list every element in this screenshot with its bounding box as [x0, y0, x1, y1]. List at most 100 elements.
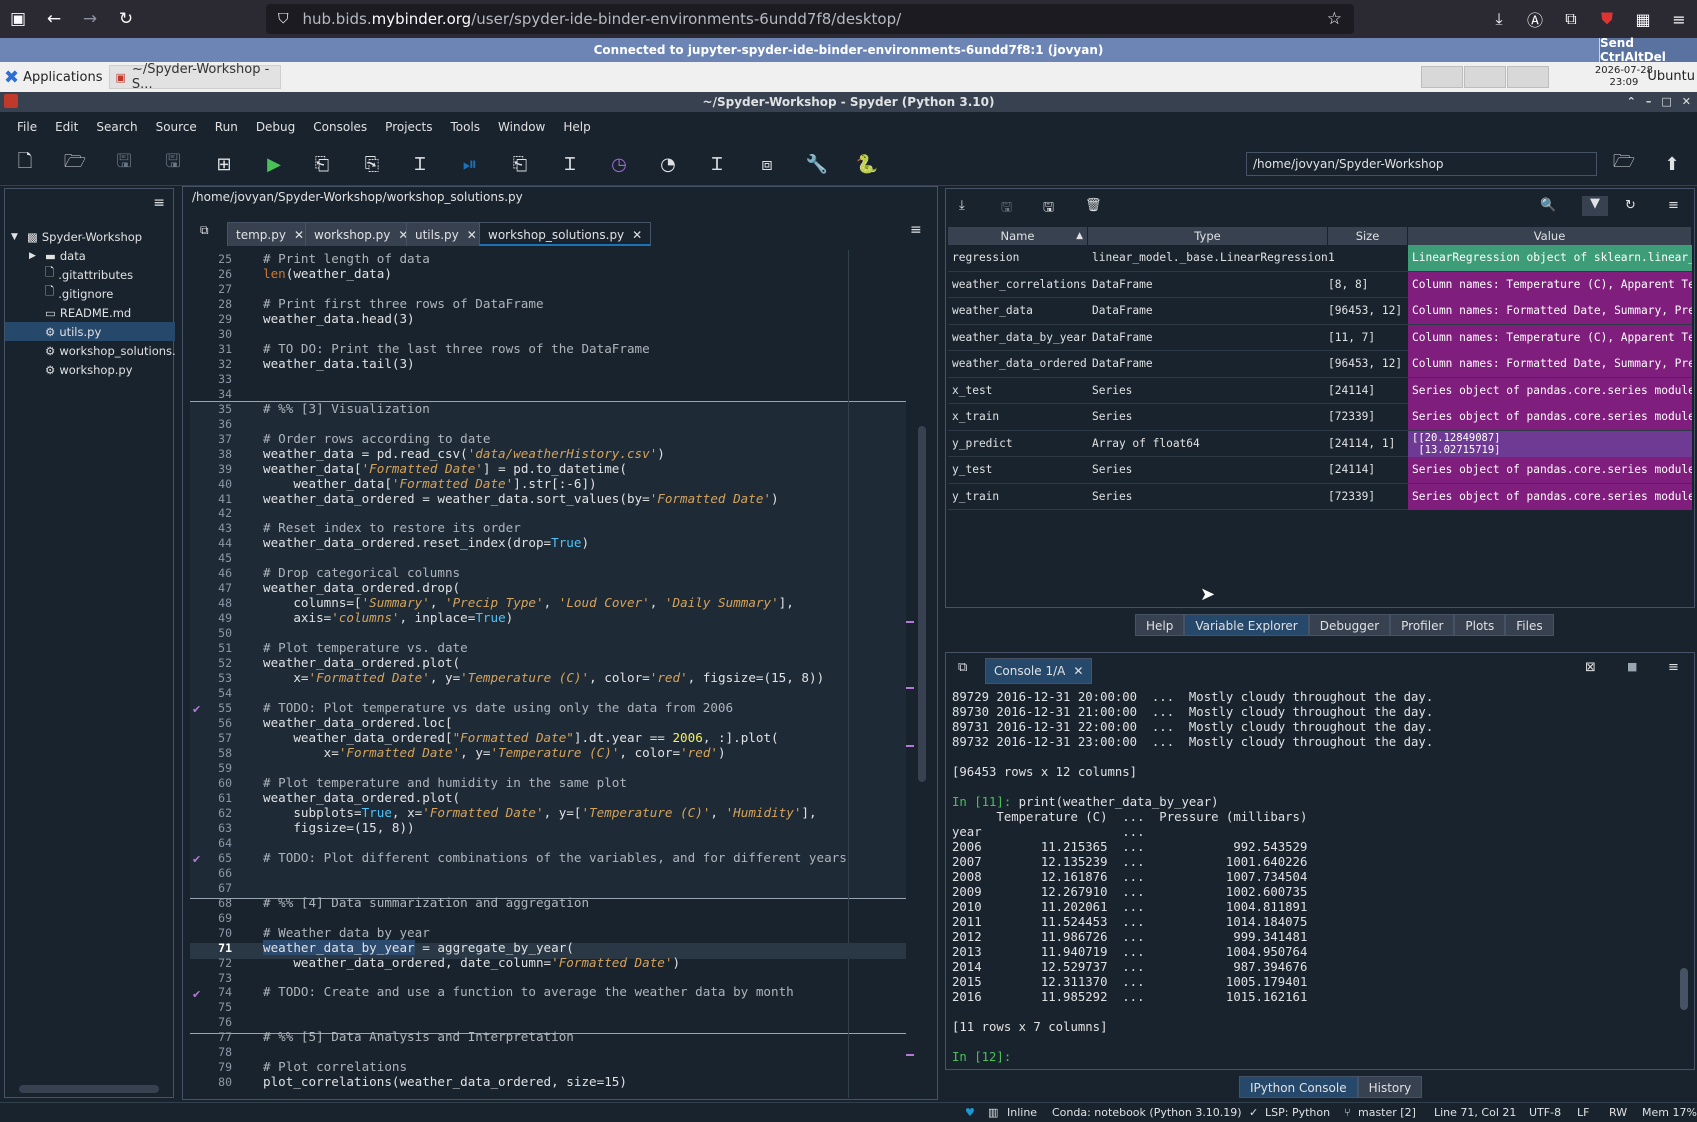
remove-all-icon[interactable]: 🗑: [1085, 198, 1102, 213]
close-icon[interactable]: ✕: [1073, 664, 1083, 678]
pane-options-icon[interactable]: ≡: [1668, 198, 1679, 213]
tree-item-gitattributes[interactable]: 🗋 .gitattributes: [5, 265, 175, 284]
filter-icon[interactable]: ▼: [1582, 196, 1608, 216]
tab-workshop[interactable]: workshop.py ✕: [305, 222, 418, 246]
parent-directory-icon[interactable]: ⬆: [1658, 150, 1686, 178]
profile-selection-icon[interactable]: Ɪ: [703, 150, 731, 178]
url-bar[interactable]: ⛉ hub.bids. mybinder.org/user/spyder-ide-…: [266, 4, 1354, 34]
status-git[interactable]: master [2]: [1358, 1106, 1416, 1119]
send-ctrl-alt-del-button[interactable]: Send CtrlAltDel: [1599, 36, 1697, 64]
pane-options-icon[interactable]: ≡: [153, 195, 165, 211]
table-row[interactable]: weather_data DataFrame [96453, 12] Column n…: [948, 298, 1692, 325]
profile-icon[interactable]: ◷: [605, 150, 633, 178]
status-inline[interactable]: Inline: [1007, 1106, 1037, 1119]
window-close-icon[interactable]: ✕: [1682, 92, 1691, 112]
tab-utils[interactable]: utils.py ✕: [406, 222, 486, 246]
download-icon[interactable]: ⤓: [1481, 9, 1517, 29]
tab-ipython-console[interactable]: IPython Console: [1239, 1076, 1358, 1098]
table-row[interactable]: y_train Series [72339] Series object of pan…: [948, 483, 1692, 510]
table-row[interactable]: regression linear_model._base.LinearRegre…: [948, 245, 1692, 272]
table-row[interactable]: x_train Series [72339] Series object of pan…: [948, 404, 1692, 431]
container-icon[interactable]: ▦: [1625, 10, 1661, 29]
status-lsp[interactable]: LSP: Python: [1265, 1106, 1330, 1119]
tree-item-workshop[interactable]: ⚙ workshop.py: [5, 360, 175, 379]
new-cell-icon[interactable]: ⊞: [210, 150, 238, 178]
tree-item-readme[interactable]: ▭ README.md: [5, 303, 175, 322]
workspace-1[interactable]: [1421, 66, 1463, 88]
tree-item-data[interactable]: ▶ ▬ data: [5, 246, 175, 265]
search-icon[interactable]: 🔍: [1540, 198, 1556, 213]
menu-window[interactable]: Window: [489, 120, 554, 134]
forward-icon[interactable]: →: [72, 0, 108, 38]
file-switcher-icon[interactable]: ⧉: [200, 223, 209, 238]
tab-plots[interactable]: Plots: [1454, 614, 1506, 636]
table-row[interactable]: y_predict Array of float64 [24114, 1] [[20.…: [948, 430, 1692, 457]
status-conda[interactable]: Conda: notebook (Python 3.10.19): [1052, 1106, 1242, 1119]
tab-variable-explorer[interactable]: Variable Explorer: [1184, 614, 1309, 636]
close-icon[interactable]: ✕: [632, 228, 642, 242]
workspace-2[interactable]: [1464, 66, 1506, 88]
editor-options-icon[interactable]: ≡: [910, 222, 922, 238]
save-all-icon[interactable]: 🖫: [159, 150, 187, 178]
tree-hscrollbar[interactable]: [19, 1085, 159, 1093]
save-data-as-icon[interactable]: 🖫: [1043, 198, 1054, 220]
console-switcher-icon[interactable]: ⧉: [958, 660, 967, 675]
tab-history[interactable]: History: [1357, 1076, 1423, 1098]
tree-root[interactable]: ▼ ▩ Spyder-Workshop: [5, 227, 175, 246]
save-icon[interactable]: 🖫: [110, 150, 138, 178]
open-file-icon[interactable]: 🗁: [61, 150, 89, 178]
column-header-value[interactable]: Value: [1408, 227, 1692, 245]
new-file-icon[interactable]: 🗋: [11, 150, 39, 178]
preferences-wrench-icon[interactable]: 🔧: [803, 150, 831, 178]
close-icon[interactable]: ✕: [294, 228, 304, 242]
run-selection-icon[interactable]: Ɪ: [406, 150, 434, 178]
column-header-size[interactable]: Size: [1328, 227, 1408, 245]
back-icon[interactable]: ←: [36, 0, 72, 38]
sidebar-toggle-icon[interactable]: ▣: [0, 0, 36, 38]
table-row[interactable]: y_test Series [24114] Series object of pand…: [948, 457, 1692, 484]
tree-item-utils[interactable]: ⚙ utils.py: [5, 322, 175, 341]
debug-selection-icon[interactable]: Ɪ: [556, 150, 584, 178]
menu-icon[interactable]: ≡: [1661, 10, 1697, 29]
menu-source[interactable]: Source: [147, 120, 206, 134]
editor-scroll-thumb[interactable]: [918, 426, 926, 782]
account-icon[interactable]: Ⓐ: [1517, 7, 1553, 31]
python-path-icon[interactable]: 🐍: [853, 150, 881, 178]
bookmark-star-icon[interactable]: ☆: [1327, 9, 1342, 29]
menu-projects[interactable]: Projects: [376, 120, 441, 134]
tab-files[interactable]: Files: [1505, 614, 1554, 636]
window-minimize-icon[interactable]: –: [1646, 92, 1652, 112]
reload-icon[interactable]: ↻: [108, 0, 144, 38]
extensions-icon[interactable]: ⧉: [1553, 9, 1589, 29]
window-maximize-icon[interactable]: □: [1661, 92, 1671, 112]
workspace-3[interactable]: [1507, 66, 1549, 88]
table-row[interactable]: weather_correlations DataFrame [8, 8] Colum…: [948, 271, 1692, 298]
debug-icon[interactable]: ⏯: [456, 150, 484, 178]
maximize-pane-icon[interactable]: ⧈: [753, 150, 781, 178]
close-icon[interactable]: ✕: [467, 228, 477, 242]
column-header-name[interactable]: Name ▲: [948, 227, 1088, 245]
run-cell-icon[interactable]: ⎗: [308, 150, 336, 178]
pane-options-icon[interactable]: ≡: [1668, 660, 1679, 675]
console-output[interactable]: 89729 2016-12-31 20:00:00 ... Mostly clo…: [952, 690, 1433, 1065]
run-cell-advance-icon[interactable]: ⎘: [358, 150, 386, 178]
import-data-icon[interactable]: ⤓: [959, 198, 965, 213]
tab-help[interactable]: Help: [1135, 614, 1185, 636]
menu-help[interactable]: Help: [554, 120, 599, 134]
menu-edit[interactable]: Edit: [46, 120, 87, 134]
menu-tools[interactable]: Tools: [441, 120, 489, 134]
tab-debugger[interactable]: Debugger: [1308, 614, 1391, 636]
menu-consoles[interactable]: Consoles: [304, 120, 376, 134]
refresh-icon[interactable]: ↻: [1625, 198, 1636, 213]
menu-search[interactable]: Search: [87, 120, 146, 134]
console-scroll-thumb[interactable]: [1680, 968, 1688, 1010]
applications-menu[interactable]: ✖ Applications: [0, 62, 109, 92]
working-directory-input[interactable]: /home/jovyan/Spyder-Workshop: [1246, 152, 1597, 176]
window-collapse-icon[interactable]: ⌃: [1627, 92, 1636, 112]
tree-item-gitignore[interactable]: 🗋 .gitignore: [5, 284, 175, 303]
interrupt-kernel-icon[interactable]: ⊠: [1585, 660, 1596, 675]
menu-run[interactable]: Run: [206, 120, 247, 134]
taskbar-item-spyder[interactable]: ▣ ~/Spyder-Workshop - S...: [108, 62, 281, 92]
tree-item-workshop-solutions[interactable]: ⚙ workshop_solutions.py: [5, 341, 175, 360]
stop-icon[interactable]: ■: [1627, 660, 1637, 673]
